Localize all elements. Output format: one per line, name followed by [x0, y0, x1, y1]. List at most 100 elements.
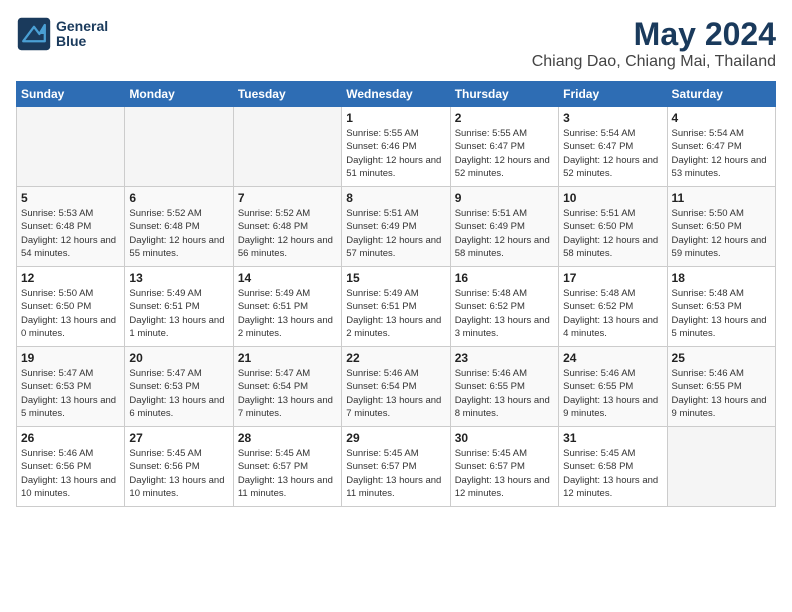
calendar-cell: 23 Sunrise: 5:46 AM Sunset: 6:55 PM Dayl… — [450, 347, 558, 427]
calendar-cell: 24 Sunrise: 5:46 AM Sunset: 6:55 PM Dayl… — [559, 347, 667, 427]
logo: General Blue — [16, 16, 108, 52]
calendar-cell: 16 Sunrise: 5:48 AM Sunset: 6:52 PM Dayl… — [450, 267, 558, 347]
calendar-cell — [17, 107, 125, 187]
calendar-cell: 18 Sunrise: 5:48 AM Sunset: 6:53 PM Dayl… — [667, 267, 775, 347]
day-number: 4 — [672, 111, 771, 125]
logo-icon — [16, 16, 52, 52]
cell-info: Sunrise: 5:47 AM Sunset: 6:54 PM Dayligh… — [238, 367, 337, 420]
cell-info: Sunrise: 5:51 AM Sunset: 6:49 PM Dayligh… — [346, 207, 445, 260]
page-header: General Blue May 2024 Chiang Dao, Chiang… — [16, 16, 776, 71]
cell-info: Sunrise: 5:47 AM Sunset: 6:53 PM Dayligh… — [21, 367, 120, 420]
cell-info: Sunrise: 5:45 AM Sunset: 6:57 PM Dayligh… — [238, 447, 337, 500]
calendar-cell: 25 Sunrise: 5:46 AM Sunset: 6:55 PM Dayl… — [667, 347, 775, 427]
cell-info: Sunrise: 5:50 AM Sunset: 6:50 PM Dayligh… — [21, 287, 120, 340]
calendar-cell: 11 Sunrise: 5:50 AM Sunset: 6:50 PM Dayl… — [667, 187, 775, 267]
day-number: 24 — [563, 351, 662, 365]
weekday-header: Sunday — [17, 82, 125, 107]
calendar-week-row: 1 Sunrise: 5:55 AM Sunset: 6:46 PM Dayli… — [17, 107, 776, 187]
cell-info: Sunrise: 5:52 AM Sunset: 6:48 PM Dayligh… — [129, 207, 228, 260]
day-number: 1 — [346, 111, 445, 125]
cell-info: Sunrise: 5:47 AM Sunset: 6:53 PM Dayligh… — [129, 367, 228, 420]
cell-info: Sunrise: 5:45 AM Sunset: 6:57 PM Dayligh… — [455, 447, 554, 500]
weekday-header: Monday — [125, 82, 233, 107]
weekday-header: Wednesday — [342, 82, 450, 107]
cell-info: Sunrise: 5:53 AM Sunset: 6:48 PM Dayligh… — [21, 207, 120, 260]
calendar-cell: 20 Sunrise: 5:47 AM Sunset: 6:53 PM Dayl… — [125, 347, 233, 427]
calendar-cell: 8 Sunrise: 5:51 AM Sunset: 6:49 PM Dayli… — [342, 187, 450, 267]
weekday-header: Saturday — [667, 82, 775, 107]
day-number: 12 — [21, 271, 120, 285]
calendar-week-row: 12 Sunrise: 5:50 AM Sunset: 6:50 PM Dayl… — [17, 267, 776, 347]
day-number: 16 — [455, 271, 554, 285]
cell-info: Sunrise: 5:49 AM Sunset: 6:51 PM Dayligh… — [129, 287, 228, 340]
day-number: 27 — [129, 431, 228, 445]
weekday-header: Tuesday — [233, 82, 341, 107]
calendar-cell: 14 Sunrise: 5:49 AM Sunset: 6:51 PM Dayl… — [233, 267, 341, 347]
calendar-cell: 5 Sunrise: 5:53 AM Sunset: 6:48 PM Dayli… — [17, 187, 125, 267]
calendar-cell: 1 Sunrise: 5:55 AM Sunset: 6:46 PM Dayli… — [342, 107, 450, 187]
cell-info: Sunrise: 5:49 AM Sunset: 6:51 PM Dayligh… — [346, 287, 445, 340]
cell-info: Sunrise: 5:55 AM Sunset: 6:46 PM Dayligh… — [346, 127, 445, 180]
day-number: 21 — [238, 351, 337, 365]
calendar-week-row: 5 Sunrise: 5:53 AM Sunset: 6:48 PM Dayli… — [17, 187, 776, 267]
cell-info: Sunrise: 5:55 AM Sunset: 6:47 PM Dayligh… — [455, 127, 554, 180]
calendar-cell: 27 Sunrise: 5:45 AM Sunset: 6:56 PM Dayl… — [125, 427, 233, 507]
calendar-cell: 29 Sunrise: 5:45 AM Sunset: 6:57 PM Dayl… — [342, 427, 450, 507]
day-number: 20 — [129, 351, 228, 365]
day-number: 8 — [346, 191, 445, 205]
calendar-header-row: SundayMondayTuesdayWednesdayThursdayFrid… — [17, 82, 776, 107]
cell-info: Sunrise: 5:46 AM Sunset: 6:56 PM Dayligh… — [21, 447, 120, 500]
day-number: 22 — [346, 351, 445, 365]
day-number: 13 — [129, 271, 228, 285]
calendar-cell: 2 Sunrise: 5:55 AM Sunset: 6:47 PM Dayli… — [450, 107, 558, 187]
cell-info: Sunrise: 5:54 AM Sunset: 6:47 PM Dayligh… — [563, 127, 662, 180]
cell-info: Sunrise: 5:51 AM Sunset: 6:49 PM Dayligh… — [455, 207, 554, 260]
calendar-cell: 30 Sunrise: 5:45 AM Sunset: 6:57 PM Dayl… — [450, 427, 558, 507]
day-number: 23 — [455, 351, 554, 365]
calendar-cell: 12 Sunrise: 5:50 AM Sunset: 6:50 PM Dayl… — [17, 267, 125, 347]
cell-info: Sunrise: 5:46 AM Sunset: 6:55 PM Dayligh… — [563, 367, 662, 420]
cell-info: Sunrise: 5:45 AM Sunset: 6:58 PM Dayligh… — [563, 447, 662, 500]
day-number: 17 — [563, 271, 662, 285]
calendar-cell: 31 Sunrise: 5:45 AM Sunset: 6:58 PM Dayl… — [559, 427, 667, 507]
cell-info: Sunrise: 5:48 AM Sunset: 6:52 PM Dayligh… — [563, 287, 662, 340]
day-number: 26 — [21, 431, 120, 445]
day-number: 6 — [129, 191, 228, 205]
weekday-header: Thursday — [450, 82, 558, 107]
calendar-cell: 3 Sunrise: 5:54 AM Sunset: 6:47 PM Dayli… — [559, 107, 667, 187]
calendar-cell — [667, 427, 775, 507]
calendar-cell: 22 Sunrise: 5:46 AM Sunset: 6:54 PM Dayl… — [342, 347, 450, 427]
day-number: 2 — [455, 111, 554, 125]
cell-info: Sunrise: 5:45 AM Sunset: 6:56 PM Dayligh… — [129, 447, 228, 500]
cell-info: Sunrise: 5:54 AM Sunset: 6:47 PM Dayligh… — [672, 127, 771, 180]
cell-info: Sunrise: 5:46 AM Sunset: 6:54 PM Dayligh… — [346, 367, 445, 420]
calendar-cell: 15 Sunrise: 5:49 AM Sunset: 6:51 PM Dayl… — [342, 267, 450, 347]
title-block: May 2024 Chiang Dao, Chiang Mai, Thailan… — [532, 16, 776, 71]
calendar-cell: 19 Sunrise: 5:47 AM Sunset: 6:53 PM Dayl… — [17, 347, 125, 427]
cell-info: Sunrise: 5:48 AM Sunset: 6:52 PM Dayligh… — [455, 287, 554, 340]
calendar-cell: 10 Sunrise: 5:51 AM Sunset: 6:50 PM Dayl… — [559, 187, 667, 267]
location-title: Chiang Dao, Chiang Mai, Thailand — [532, 53, 776, 71]
calendar-cell — [125, 107, 233, 187]
day-number: 15 — [346, 271, 445, 285]
calendar-cell: 28 Sunrise: 5:45 AM Sunset: 6:57 PM Dayl… — [233, 427, 341, 507]
calendar-cell: 13 Sunrise: 5:49 AM Sunset: 6:51 PM Dayl… — [125, 267, 233, 347]
day-number: 10 — [563, 191, 662, 205]
day-number: 3 — [563, 111, 662, 125]
cell-info: Sunrise: 5:45 AM Sunset: 6:57 PM Dayligh… — [346, 447, 445, 500]
cell-info: Sunrise: 5:50 AM Sunset: 6:50 PM Dayligh… — [672, 207, 771, 260]
cell-info: Sunrise: 5:46 AM Sunset: 6:55 PM Dayligh… — [672, 367, 771, 420]
calendar-table: SundayMondayTuesdayWednesdayThursdayFrid… — [16, 81, 776, 507]
calendar-cell: 7 Sunrise: 5:52 AM Sunset: 6:48 PM Dayli… — [233, 187, 341, 267]
cell-info: Sunrise: 5:52 AM Sunset: 6:48 PM Dayligh… — [238, 207, 337, 260]
calendar-cell: 17 Sunrise: 5:48 AM Sunset: 6:52 PM Dayl… — [559, 267, 667, 347]
cell-info: Sunrise: 5:51 AM Sunset: 6:50 PM Dayligh… — [563, 207, 662, 260]
day-number: 25 — [672, 351, 771, 365]
cell-info: Sunrise: 5:48 AM Sunset: 6:53 PM Dayligh… — [672, 287, 771, 340]
day-number: 19 — [21, 351, 120, 365]
calendar-cell: 9 Sunrise: 5:51 AM Sunset: 6:49 PM Dayli… — [450, 187, 558, 267]
day-number: 29 — [346, 431, 445, 445]
day-number: 28 — [238, 431, 337, 445]
calendar-cell: 21 Sunrise: 5:47 AM Sunset: 6:54 PM Dayl… — [233, 347, 341, 427]
logo-text: General Blue — [56, 19, 108, 50]
